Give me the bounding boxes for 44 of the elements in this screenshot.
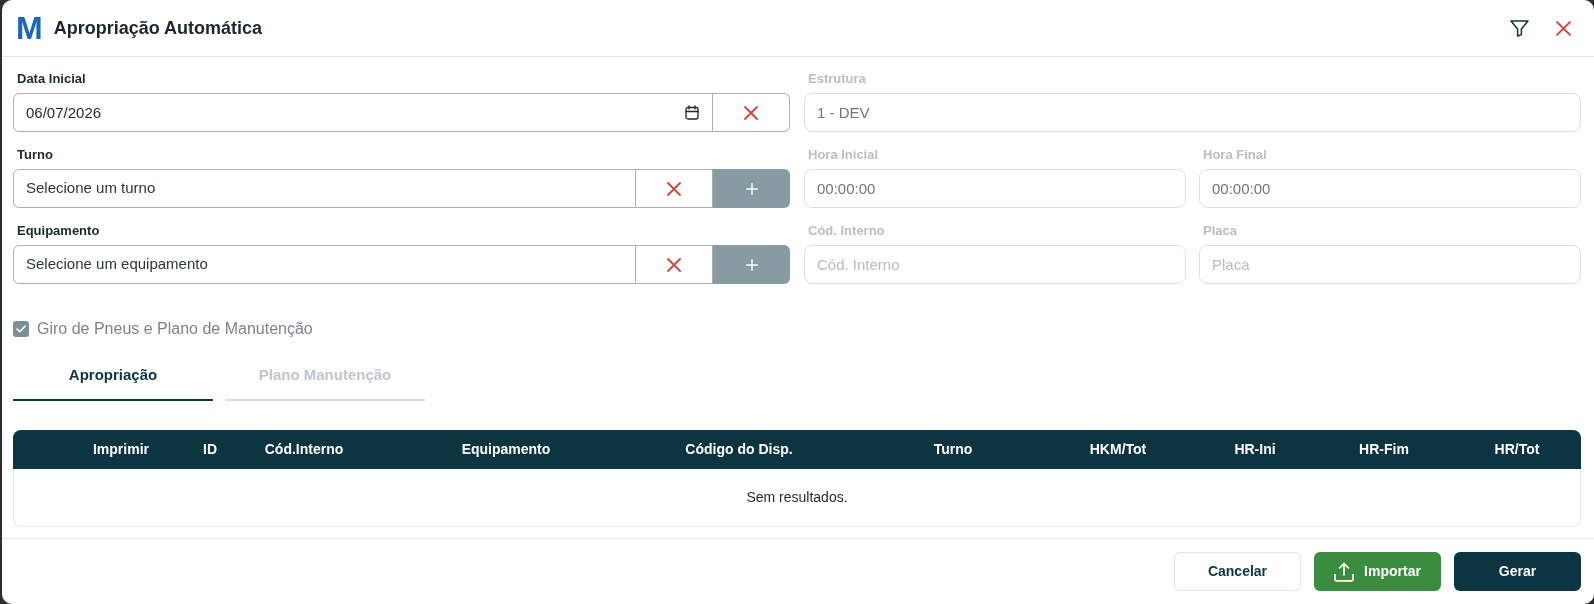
column-header: Imprimir (92, 440, 150, 459)
empty-message: Sem resultados. (746, 488, 848, 507)
filter-icon (1510, 19, 1529, 37)
close-button[interactable] (1556, 20, 1571, 36)
field-label: Turno (16, 147, 54, 163)
filter-button[interactable] (1510, 19, 1529, 37)
clear-button[interactable] (713, 93, 790, 132)
generate-button[interactable]: Gerar (1454, 552, 1581, 591)
column-header: Equipamento (460, 440, 552, 459)
checkbox-label: Giro de Pneus e Plano de Manutenção (37, 319, 313, 339)
column-header: Código do Disp. (684, 440, 794, 459)
upload-icon (1334, 561, 1355, 582)
date-field[interactable]: 06/07/2026 (13, 93, 713, 132)
calendar-icon[interactable] (685, 105, 699, 120)
select-field[interactable]: Selecione um equipamento (13, 245, 636, 284)
field-label: Equipamento (16, 223, 101, 239)
plus-icon (745, 258, 758, 271)
column-header: Cód.Interno (263, 440, 345, 459)
window-title: Apropriação Automática (53, 16, 263, 40)
column-header: Turno (932, 440, 974, 459)
column-header: HR-Fim (1358, 440, 1410, 459)
x-icon (744, 105, 758, 120)
field-label: Placa (1202, 223, 1238, 239)
select-field[interactable]: Selecione um turno (13, 169, 636, 208)
close-icon (1556, 20, 1571, 36)
check-icon (16, 325, 26, 333)
column-header: HKM/Tot (1088, 440, 1148, 459)
import-button[interactable]: Importar (1314, 552, 1441, 591)
field-label: Estrutura (807, 71, 867, 87)
x-icon (667, 181, 681, 196)
clear-button[interactable] (636, 169, 713, 208)
field-label: Cód. Interno (807, 223, 886, 239)
tab[interactable]: Apropriação (13, 352, 213, 401)
cancel-button[interactable]: Cancelar (1174, 552, 1301, 591)
column-header: HR-Ini (1233, 440, 1277, 459)
logo: M (16, 12, 43, 44)
plus-icon (745, 182, 758, 195)
clear-button[interactable] (636, 245, 713, 284)
field-label: Data Inicial (16, 71, 87, 87)
x-icon (667, 257, 681, 272)
field-label: Hora Inicial (807, 147, 880, 163)
field-label: Hora Final (1202, 147, 1268, 163)
column-header: ID (202, 440, 218, 459)
column-header: HR/Tot (1493, 440, 1541, 459)
